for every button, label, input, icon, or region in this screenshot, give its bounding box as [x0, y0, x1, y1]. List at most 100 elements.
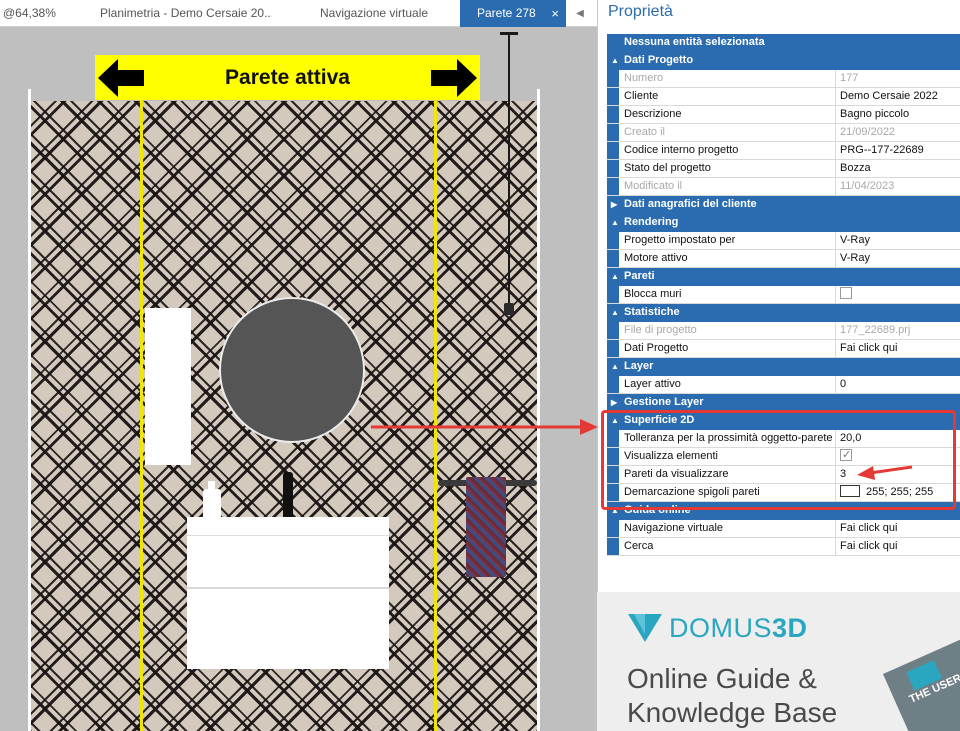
section-label: Superficie 2D: [624, 414, 695, 426]
pendant-lamp-cord: [508, 33, 510, 305]
property-value[interactable]: 0: [837, 376, 960, 393]
wall-right-edge: [537, 89, 540, 731]
property-name: Demarcazione spigoli pareti: [607, 484, 836, 501]
property-row[interactable]: Numero 177: [607, 70, 960, 88]
property-name: Cliente: [607, 88, 836, 105]
collapse-arrow-icon[interactable]: ▲: [611, 412, 619, 429]
property-grid: Nessuna entità selezionata ▲ Dati Progetto…: [607, 34, 960, 556]
tab-scroll-arrows-icon[interactable]: ◀ ▶: [567, 0, 597, 46]
faucet[interactable]: [283, 472, 293, 520]
property-row[interactable]: Cerca Fai click qui: [607, 538, 960, 556]
vanity-drawer-divider: [187, 587, 389, 589]
section-label: Gestione Layer: [624, 396, 704, 408]
property-value: 177_22689.prj: [840, 324, 911, 336]
section-header[interactable]: ▲ Statistiche: [607, 304, 960, 322]
pendant-lamp[interactable]: [504, 303, 514, 315]
collapse-arrow-icon[interactable]: ▲: [611, 214, 619, 231]
property-row[interactable]: Pareti da visualizzare 3: [607, 466, 960, 484]
section-header[interactable]: Nessuna entità selezionata: [607, 34, 960, 52]
collapse-arrow-icon[interactable]: ▲: [611, 304, 619, 321]
tab-zoom[interactable]: @64,38%: [3, 0, 83, 27]
property-value[interactable]: V-Ray: [837, 250, 960, 267]
property-name: Progetto impostato per: [607, 232, 836, 249]
property-row[interactable]: Progetto impostato per V-Ray: [607, 232, 960, 250]
property-value[interactable]: [837, 448, 960, 465]
property-name: Pareti da visualizzare: [607, 466, 836, 483]
property-row[interactable]: Layer attivo 0: [607, 376, 960, 394]
collapse-arrow-icon[interactable]: ▲: [611, 502, 619, 519]
tab-navigazione-virtuale[interactable]: Navigazione virtuale: [320, 0, 450, 27]
section-header[interactable]: ▶ Gestione Layer: [607, 394, 960, 412]
property-row[interactable]: Tolleranza per la prossimità oggetto-par…: [607, 430, 960, 448]
soap-dispenser[interactable]: [203, 489, 221, 519]
section-header[interactable]: ▲ Dati Progetto: [607, 52, 960, 70]
property-row[interactable]: Descrizione Bagno piccolo: [607, 106, 960, 124]
document-tab-bar: @64,38% Planimetria - Demo Cersaie 20...…: [0, 0, 597, 46]
property-row[interactable]: Stato del progetto Bozza: [607, 160, 960, 178]
vanity-cabinet[interactable]: [187, 535, 389, 669]
property-value[interactable]: [837, 286, 960, 303]
property-name: Visualizza elementi: [607, 448, 836, 465]
collapse-arrow-icon[interactable]: ▲: [611, 268, 619, 285]
property-value[interactable]: Bagno piccolo: [837, 106, 960, 123]
property-row[interactable]: Creato il 21/09/2022: [607, 124, 960, 142]
section-header[interactable]: ▲ Rendering: [607, 214, 960, 232]
property-row[interactable]: Modificato il 11/04/2023: [607, 178, 960, 196]
round-mirror[interactable]: [219, 297, 365, 443]
property-name: Blocca muri: [607, 286, 836, 303]
tab-planimetria[interactable]: Planimetria - Demo Cersaie 20...: [100, 0, 272, 27]
wall-elevation-viewport[interactable]: Parete attiva: [0, 27, 597, 731]
property-row[interactable]: Dati Progetto Fai click qui: [607, 340, 960, 358]
property-value[interactable]: V-Ray: [837, 232, 960, 249]
wall-cabinet[interactable]: [145, 308, 191, 465]
property-value[interactable]: Fai click qui: [837, 340, 960, 357]
towel[interactable]: [466, 477, 506, 577]
property-checkbox[interactable]: [840, 448, 852, 464]
collapse-arrow-icon[interactable]: ▲: [611, 52, 619, 69]
property-name: Creato il: [607, 124, 836, 141]
property-name: File di progetto: [607, 322, 836, 339]
tab-label: Parete 278: [477, 6, 536, 20]
collapse-arrow-icon[interactable]: ▲: [611, 358, 619, 375]
expand-arrow-icon[interactable]: ▶: [611, 196, 617, 213]
section-label: Layer: [624, 360, 654, 372]
property-value[interactable]: PRG--177-22689: [837, 142, 960, 159]
property-value[interactable]: 255; 255; 255: [837, 484, 960, 501]
active-wall-guide-left: [140, 97, 143, 731]
vanity-countertop[interactable]: [187, 517, 389, 535]
close-tab-icon[interactable]: ×: [551, 0, 559, 27]
section-header[interactable]: ▲ Layer: [607, 358, 960, 376]
tab-parete-278[interactable]: Parete 278 ×: [460, 0, 566, 27]
property-value[interactable]: 20,0: [837, 430, 960, 447]
property-name: Descrizione: [607, 106, 836, 123]
section-header[interactable]: ▲ Guida online: [607, 502, 960, 520]
property-value[interactable]: 3: [837, 466, 960, 483]
color-swatch[interactable]: [840, 485, 860, 498]
property-checkbox[interactable]: [840, 287, 852, 300]
property-row[interactable]: Cliente Demo Cersaie 2022: [607, 88, 960, 106]
property-value[interactable]: Demo Cersaie 2022: [837, 88, 960, 105]
property-row[interactable]: Demarcazione spigoli pareti 255; 255; 255: [607, 484, 960, 502]
domus3d-guide-banner[interactable]: DOMUS3D Online Guide & Knowledge Base TH…: [597, 592, 960, 731]
banner-label: Parete attiva: [225, 66, 350, 89]
property-row[interactable]: Codice interno progetto PRG--177-22689: [607, 142, 960, 160]
property-value[interactable]: Bozza: [837, 160, 960, 177]
user-guide-book-icon: THE USER GUIDE: [883, 629, 960, 731]
property-row[interactable]: File di progetto 177_22689.prj: [607, 322, 960, 340]
section-header[interactable]: ▲ Superficie 2D: [607, 412, 960, 430]
property-row[interactable]: Motore attivo V-Ray: [607, 250, 960, 268]
property-name: Codice interno progetto: [607, 142, 836, 159]
expand-arrow-icon[interactable]: ▶: [611, 394, 617, 411]
section-header[interactable]: ▲ Pareti: [607, 268, 960, 286]
section-label: Guida online: [624, 504, 691, 516]
property-value[interactable]: Fai click qui: [837, 520, 960, 537]
property-name: Cerca: [607, 538, 836, 555]
property-name: Motore attivo: [607, 250, 836, 267]
property-row[interactable]: Blocca muri: [607, 286, 960, 304]
property-name: Numero: [607, 70, 836, 87]
active-wall-banner: Parete attiva: [95, 55, 480, 100]
property-row[interactable]: Navigazione virtuale Fai click qui: [607, 520, 960, 538]
section-header[interactable]: ▶ Dati anagrafici del cliente: [607, 196, 960, 214]
property-value[interactable]: Fai click qui: [837, 538, 960, 555]
property-row[interactable]: Visualizza elementi: [607, 448, 960, 466]
